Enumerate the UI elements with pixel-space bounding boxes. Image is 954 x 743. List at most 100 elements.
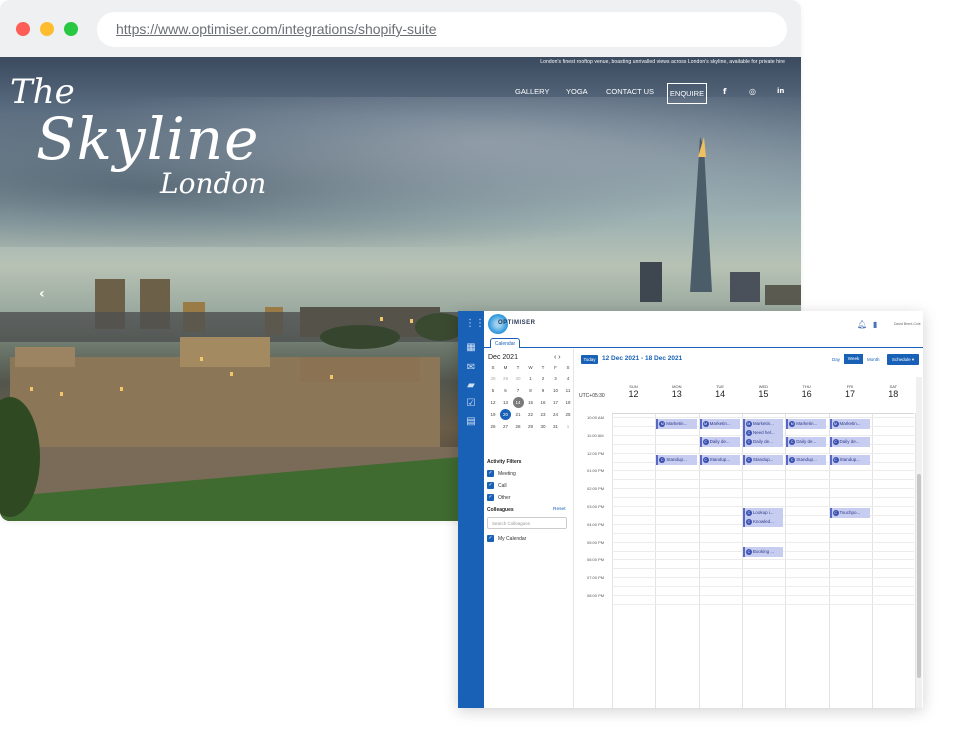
calendar-event[interactable]: C Daily de... bbox=[742, 436, 784, 447]
clipboard-icon[interactable]: ▤ bbox=[465, 417, 477, 427]
my-calendar-checkbox[interactable]: ✓ bbox=[487, 535, 494, 542]
mini-day[interactable]: 18 bbox=[562, 400, 574, 405]
mini-day[interactable]: 4 bbox=[562, 376, 574, 381]
mini-day[interactable]: 27 bbox=[500, 424, 512, 429]
schedule-dropdown[interactable]: Schedule ▾ bbox=[887, 354, 919, 365]
calendar-event[interactable]: C Standup... bbox=[829, 454, 870, 465]
mini-day[interactable]: 30 bbox=[537, 424, 549, 429]
linkedin-icon[interactable]: in bbox=[777, 87, 784, 95]
calendar-event[interactable]: C Touchpo... bbox=[829, 508, 870, 518]
day-header[interactable]: SUN 12 bbox=[612, 384, 655, 399]
mini-day[interactable]: 29 bbox=[525, 424, 537, 429]
mini-day[interactable]: 16 bbox=[537, 400, 549, 405]
view-day-button[interactable]: Day bbox=[832, 357, 840, 362]
mini-day[interactable]: 13 bbox=[500, 400, 512, 405]
mini-day[interactable]: 3 bbox=[550, 376, 562, 381]
calendar-event[interactable]: C Daily de... bbox=[786, 436, 827, 447]
mini-day[interactable]: 17 bbox=[550, 400, 562, 405]
other-checkbox[interactable]: ✓ bbox=[487, 494, 494, 501]
calendar-event[interactable]: C Standup... bbox=[786, 454, 827, 465]
mini-day[interactable]: 9 bbox=[537, 388, 549, 393]
mini-day[interactable]: 19 bbox=[487, 412, 499, 417]
mini-day[interactable]: 8 bbox=[525, 388, 537, 393]
calendar-event[interactable]: C Standup... bbox=[699, 454, 740, 465]
calendar-event[interactable]: C Booking ... bbox=[742, 547, 784, 558]
calendar-event[interactable]: C Standup... bbox=[656, 454, 697, 465]
mini-day[interactable]: 11 bbox=[562, 388, 574, 393]
mini-day[interactable]: 30 bbox=[512, 376, 524, 381]
calendar-event[interactable]: C Knowled... bbox=[742, 516, 784, 527]
instagram-icon[interactable]: ◎ bbox=[749, 87, 756, 96]
calendar-event[interactable]: M Marketin... bbox=[656, 419, 697, 429]
close-dot-icon[interactable] bbox=[16, 22, 30, 36]
search-colleagues-input[interactable]: Search Colleagues bbox=[487, 517, 567, 529]
mini-day[interactable]: 15 bbox=[525, 400, 537, 405]
facebook-icon[interactable]: f bbox=[723, 87, 726, 96]
calendar-event[interactable]: M Marketin... bbox=[829, 419, 870, 429]
maximize-dot-icon[interactable] bbox=[64, 22, 78, 36]
clipboard-task-icon[interactable]: ▮ bbox=[873, 320, 877, 329]
mail-icon[interactable]: ✉ bbox=[465, 363, 477, 373]
mini-day[interactable]: 28 bbox=[512, 424, 524, 429]
mini-day[interactable]: 12 bbox=[487, 400, 499, 405]
calendar-event[interactable]: C Daily de... bbox=[699, 436, 740, 447]
event-title: Marketin... bbox=[709, 421, 731, 426]
day-header[interactable]: WED 15 bbox=[742, 384, 785, 399]
mini-day[interactable]: 24 bbox=[550, 412, 562, 417]
enquire-button[interactable]: ENQUIRE bbox=[667, 83, 707, 104]
bell-icon[interactable]: 🔔︎ bbox=[857, 320, 867, 329]
today-button[interactable]: Today bbox=[581, 355, 598, 364]
calendar-event[interactable]: C Daily de... bbox=[829, 436, 870, 447]
call-checkbox[interactable]: ✓ bbox=[487, 482, 494, 489]
address-bar[interactable]: https://www.optimiser.com/integrations/s… bbox=[97, 12, 787, 47]
day-header[interactable]: THU 16 bbox=[785, 384, 828, 399]
mini-day[interactable]: 28 bbox=[487, 376, 499, 381]
mini-day[interactable]: 26 bbox=[487, 424, 499, 429]
mini-day[interactable]: 5 bbox=[487, 388, 499, 393]
other-label: Other bbox=[498, 495, 511, 501]
mini-day[interactable]: 22 bbox=[525, 412, 537, 417]
mini-day[interactable]: 25 bbox=[562, 412, 574, 417]
scrollbar-thumb[interactable] bbox=[917, 474, 921, 678]
event-type-badge-icon: C bbox=[659, 456, 666, 463]
mini-day[interactable]: 21 bbox=[512, 412, 524, 417]
meeting-checkbox[interactable]: ✓ bbox=[487, 470, 494, 477]
view-week-button[interactable]: Week bbox=[844, 354, 863, 364]
day-header[interactable]: TUE 14 bbox=[699, 384, 742, 399]
grid-row-line bbox=[612, 595, 914, 596]
folder-icon[interactable]: ▰ bbox=[465, 381, 477, 391]
nav-gallery[interactable]: GALLERY bbox=[515, 87, 549, 96]
reset-link[interactable]: Reset bbox=[553, 507, 566, 512]
nav-yoga[interactable]: YOGA bbox=[566, 87, 588, 96]
minimize-dot-icon[interactable] bbox=[40, 22, 54, 36]
mini-day[interactable]: 31 bbox=[550, 424, 562, 429]
day-header[interactable]: SAT 18 bbox=[872, 384, 915, 399]
mini-day[interactable]: 14 bbox=[512, 400, 524, 405]
calendar-event[interactable]: M Marketin... bbox=[699, 419, 740, 429]
prev-slide-icon[interactable]: ‹ bbox=[39, 286, 45, 302]
apps-grid-icon[interactable]: ⋮⋮ bbox=[465, 319, 485, 329]
mini-day[interactable]: 1 bbox=[562, 424, 574, 429]
event-type-badge-icon: M bbox=[659, 421, 666, 427]
nav-contact[interactable]: CONTACT US bbox=[606, 87, 654, 96]
calendar-icon[interactable]: ▦ bbox=[465, 343, 477, 353]
mini-day[interactable]: 1 bbox=[525, 376, 537, 381]
calendar-event[interactable]: M Marketin... bbox=[786, 419, 827, 429]
mini-day[interactable]: 23 bbox=[537, 412, 549, 417]
mini-day[interactable]: 20 bbox=[500, 412, 512, 417]
view-month-button[interactable]: Month bbox=[867, 357, 880, 362]
calendar-event[interactable]: C Standup... bbox=[742, 454, 784, 465]
event-type-badge-icon: C bbox=[745, 510, 752, 516]
mini-calendar-nav[interactable]: ‹ › bbox=[554, 354, 561, 361]
day-header[interactable]: MON 13 bbox=[655, 384, 698, 399]
mini-day[interactable]: 10 bbox=[550, 388, 562, 393]
tab-calendar[interactable]: Calendar bbox=[490, 338, 520, 348]
user-name[interactable]: David Brent-Cole bbox=[894, 322, 921, 326]
mini-day[interactable]: 29 bbox=[500, 376, 512, 381]
time-label: 11:00 AM bbox=[587, 432, 604, 438]
day-header[interactable]: FRI 17 bbox=[829, 384, 872, 399]
task-icon[interactable]: ☑ bbox=[465, 399, 477, 409]
mini-day[interactable]: 2 bbox=[537, 376, 549, 381]
mini-day[interactable]: 6 bbox=[500, 388, 512, 393]
mini-day[interactable]: 7 bbox=[512, 388, 524, 393]
